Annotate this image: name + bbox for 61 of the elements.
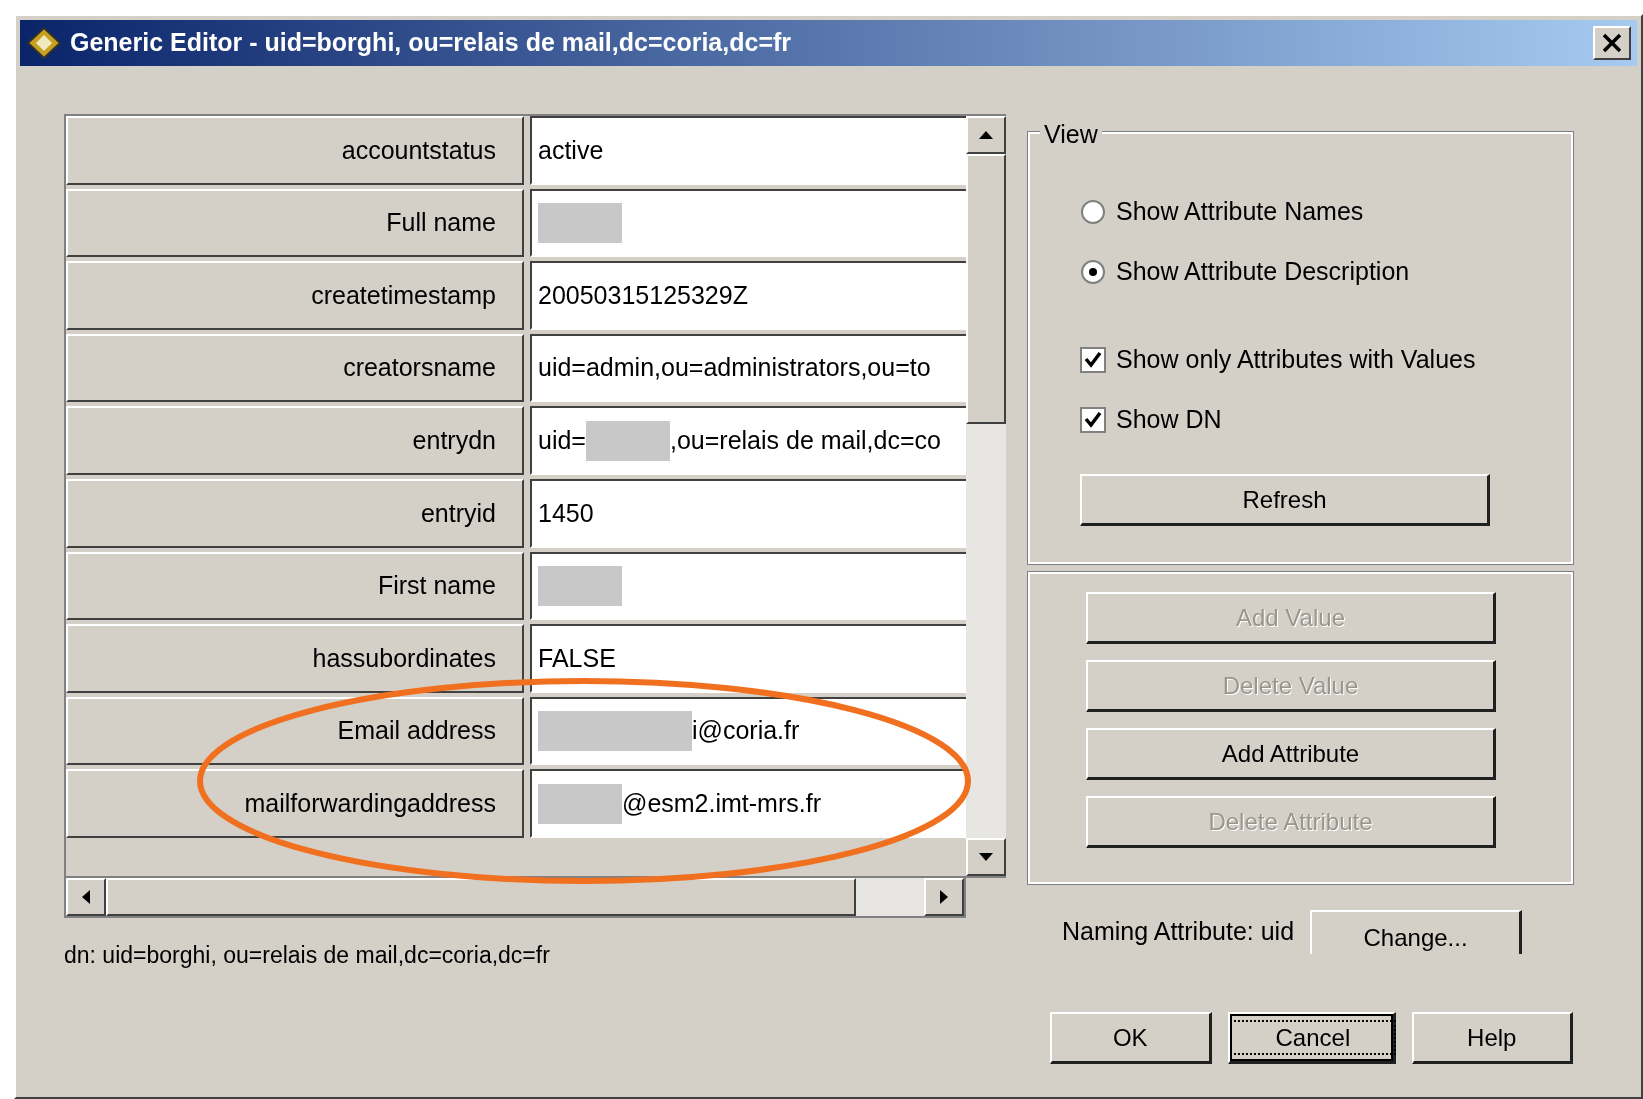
value-field[interactable]: uid=admin,ou=administrators,ou=to bbox=[530, 333, 966, 403]
scroll-up-button[interactable] bbox=[966, 116, 1006, 154]
action-button[interactable]: Add Attribute bbox=[1086, 728, 1496, 780]
value-field[interactable]: FALSE bbox=[530, 624, 966, 693]
field-text: uid=admin,ou=administrators,ou=to bbox=[538, 352, 931, 384]
attribute-label: Email address bbox=[66, 696, 524, 766]
dn-text: dn: uid=borghi, ou=relais de mail,dc=coria,dc=fr bbox=[64, 941, 551, 970]
close-button[interactable] bbox=[1593, 26, 1631, 60]
field-text: @esm2.imt-mrs.fr bbox=[622, 787, 821, 819]
checkbox[interactable] bbox=[1080, 407, 1106, 433]
up-arrow-icon bbox=[979, 131, 993, 139]
radio-label: Show Attribute Names bbox=[1116, 196, 1364, 228]
value-field[interactable]: @esm2.imt-mrs.fr bbox=[530, 769, 966, 838]
naming-attribute-label: Naming Attribute: uid bbox=[1062, 916, 1295, 948]
radio-button[interactable] bbox=[1080, 199, 1106, 225]
diamond-icon bbox=[26, 26, 62, 60]
value-field[interactable]: i@coria.fr bbox=[530, 696, 966, 766]
attribute-label: entrydn bbox=[66, 406, 524, 475]
scroll-left-button[interactable] bbox=[66, 878, 106, 916]
attribute-label: entryid bbox=[66, 478, 524, 548]
checkbox[interactable] bbox=[1080, 347, 1106, 373]
radio-label: Show Attribute Description bbox=[1116, 256, 1410, 288]
value-field[interactable] bbox=[530, 188, 966, 258]
field-text: active bbox=[538, 134, 604, 166]
scroll-thumb[interactable] bbox=[106, 878, 856, 916]
close-icon bbox=[1601, 33, 1623, 53]
field-text: FALSE bbox=[538, 642, 616, 674]
window-title: Generic Editor - uid=borghi, ou=relais de mail,dc=coria,dc=fr bbox=[70, 27, 792, 59]
horizontal-scrollbar[interactable] bbox=[64, 878, 966, 918]
checkbox-label: Show only Attributes with Values bbox=[1116, 344, 1476, 376]
checkbox-label: Show DN bbox=[1116, 404, 1222, 436]
dialog-button[interactable]: Help bbox=[1411, 1012, 1573, 1064]
value-field[interactable]: uid= ,ou=relais de mail,dc=co bbox=[530, 406, 966, 475]
attribute-label: Full name bbox=[66, 188, 524, 258]
scroll-down-button[interactable] bbox=[966, 838, 1006, 876]
field-text: ,ou=relais de mail,dc=co bbox=[669, 424, 941, 456]
attribute-label: hassubordinates bbox=[66, 624, 524, 693]
field-text: uid= bbox=[538, 424, 586, 456]
attribute-label: creatorsname bbox=[66, 333, 524, 403]
down-arrow-icon bbox=[979, 853, 993, 861]
attribute-label: First name bbox=[66, 551, 524, 621]
value-field[interactable]: 20050315125329Z bbox=[530, 261, 966, 330]
value-field[interactable] bbox=[530, 551, 966, 621]
dialog-button[interactable]: Cancel bbox=[1227, 1012, 1396, 1064]
change-button[interactable]: Change... bbox=[1310, 910, 1523, 954]
attribute-label: accountstatus bbox=[66, 116, 524, 185]
attribute-label: createtimestamp bbox=[66, 261, 524, 330]
scroll-thumb[interactable] bbox=[966, 154, 1006, 424]
scroll-right-button[interactable] bbox=[924, 878, 964, 916]
right-arrow-icon bbox=[940, 890, 948, 904]
value-field[interactable]: 1450 bbox=[530, 478, 966, 548]
vertical-scrollbar[interactable] bbox=[966, 116, 1006, 876]
value-field[interactable]: active bbox=[530, 116, 966, 185]
field-text: 1450 bbox=[538, 497, 594, 529]
refresh-button[interactable]: Refresh bbox=[1080, 474, 1490, 526]
field-text: 20050315125329Z bbox=[538, 279, 748, 311]
field-text: i@coria.fr bbox=[692, 715, 800, 747]
attribute-label: mailforwardingaddress bbox=[66, 769, 524, 838]
radio-button[interactable] bbox=[1080, 259, 1106, 285]
dialog-button[interactable]: OK bbox=[1050, 1012, 1212, 1064]
left-arrow-icon bbox=[82, 890, 90, 904]
